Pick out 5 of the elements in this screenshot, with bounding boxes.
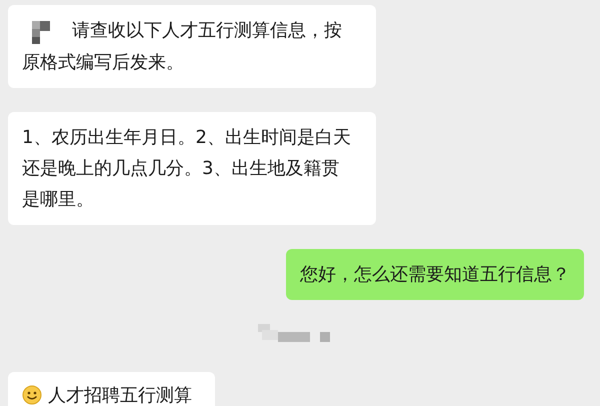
smiley-icon bbox=[22, 385, 42, 406]
message-text: 人才招聘五行测算 bbox=[48, 384, 192, 406]
message-text: 请查收以下人才五行测算信息，按原格式编写后发来。 bbox=[22, 18, 343, 75]
message-text: 您好，怎么还需要知道五行信息？ bbox=[300, 262, 570, 287]
message-text: 1、农历出生年月日。2、出生时间是白天还是晚上的几点几分。3、出生地及籍贯是哪里。 bbox=[22, 126, 352, 212]
